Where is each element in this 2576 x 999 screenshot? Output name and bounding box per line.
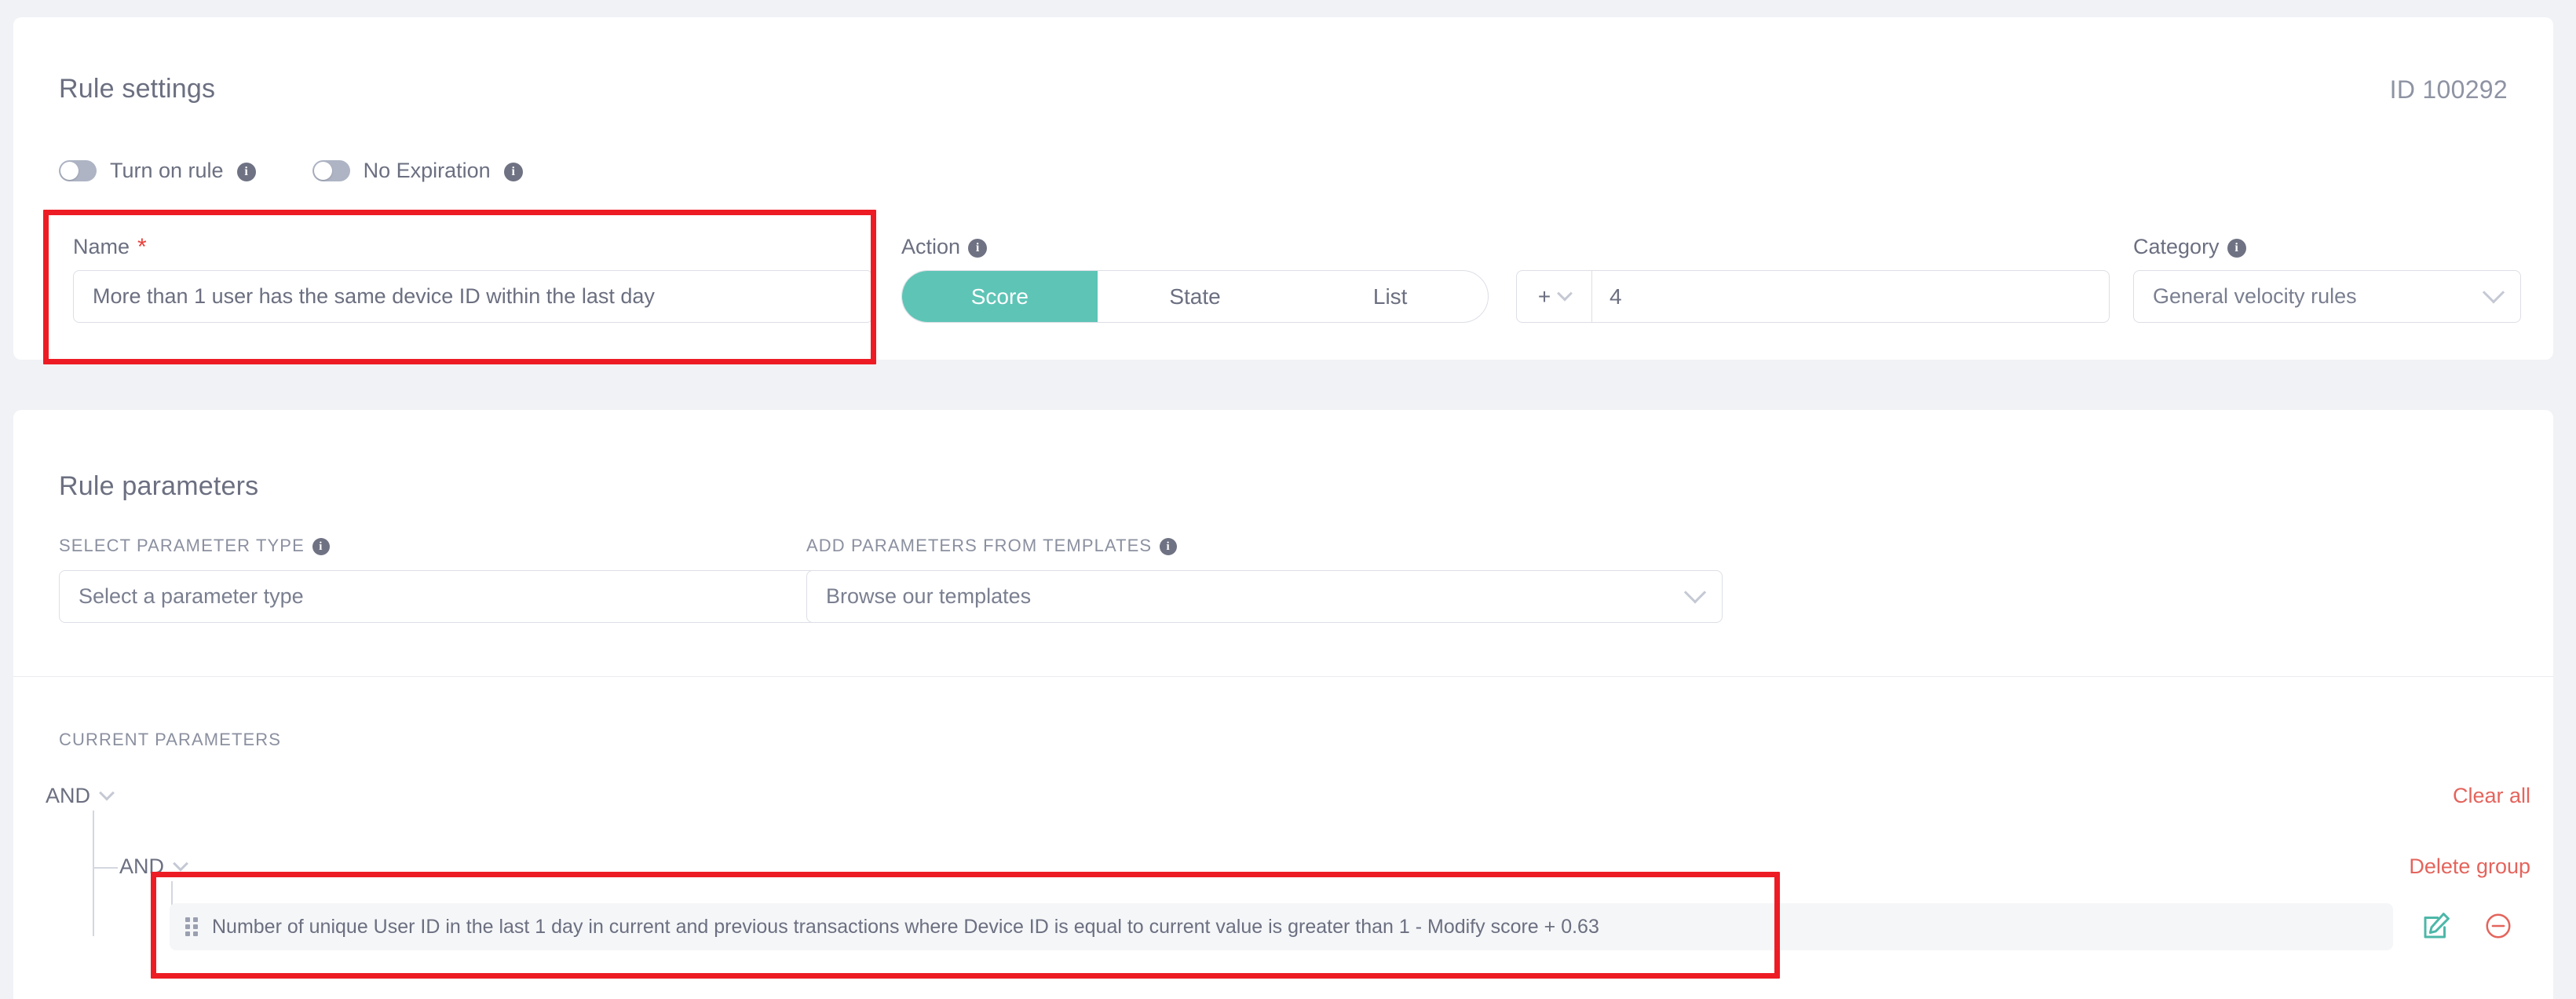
rule-parameters-title: Rule parameters — [59, 471, 259, 501]
page-title: Rule settings — [59, 74, 216, 104]
toggle-group-turn-on-rule: Turn on rule i — [59, 159, 256, 183]
chevron-down-icon — [1557, 285, 1573, 302]
chevron-down-icon — [99, 785, 115, 801]
action-segmented-control: Score State List — [901, 270, 1489, 323]
select-parameter-type-label-text: SELECT PARAMETER TYPE — [59, 536, 305, 555]
templates-select-value: Browse our templates — [826, 584, 1032, 608]
action-option-score[interactable]: Score — [902, 271, 1098, 322]
rule-name-input[interactable] — [73, 270, 873, 323]
category-select[interactable]: General velocity rules — [2133, 270, 2521, 323]
drag-handle-icon[interactable] — [185, 917, 198, 936]
action-field-label: Action i — [901, 235, 988, 259]
tree-connector-vertical — [93, 811, 94, 936]
rule-settings-card: Rule settings ID 100292 Turn on rule i N… — [13, 17, 2553, 360]
info-icon-action[interactable]: i — [968, 238, 988, 258]
chevron-down-icon — [173, 855, 188, 872]
parameter-type-value: Select a parameter type — [79, 584, 304, 608]
info-icon-turn-on-rule[interactable]: i — [236, 162, 256, 181]
edit-parameter-icon[interactable] — [2420, 909, 2453, 946]
name-label-text: Name — [73, 235, 130, 258]
score-operator-value: + — [1537, 284, 1551, 309]
parameter-row-text: Number of unique User ID in the last 1 d… — [212, 915, 1599, 938]
no-expiration-toggle[interactable] — [312, 160, 350, 181]
add-parameters-from-templates-label: ADD PARAMETERS FROM TEMPLATES i — [806, 536, 1178, 556]
toggles-row: Turn on rule i No Expiration i — [59, 159, 523, 183]
score-value-group: + 4 — [1516, 270, 2110, 323]
current-parameters-label-text: CURRENT PARAMETERS — [59, 730, 282, 749]
name-field-label: Name * — [73, 235, 147, 259]
category-select-value: General velocity rules — [2153, 284, 2357, 308]
no-expiration-label: No Expiration — [363, 159, 491, 182]
required-asterisk: * — [137, 233, 147, 260]
chevron-down-icon — [1683, 580, 1707, 603]
delete-group-button[interactable]: Delete group — [2409, 854, 2530, 879]
clear-all-button[interactable]: Clear all — [2453, 784, 2530, 808]
turn-on-rule-toggle[interactable] — [59, 160, 97, 181]
info-icon-add-from-templates[interactable]: i — [1160, 538, 1178, 555]
section-divider — [13, 676, 2553, 677]
add-from-templates-label-text: ADD PARAMETERS FROM TEMPLATES — [806, 536, 1153, 555]
category-label-text: Category — [2133, 235, 2220, 258]
remove-parameter-icon[interactable] — [2483, 911, 2513, 945]
parameter-type-select[interactable]: Select a parameter type — [59, 570, 937, 623]
chevron-down-icon — [2482, 280, 2505, 303]
tree-connector-branch — [93, 867, 118, 869]
action-option-list[interactable]: List — [1292, 271, 1488, 322]
toggle-group-no-expiration: No Expiration i — [312, 159, 523, 183]
info-icon-category[interactable]: i — [2227, 238, 2246, 258]
parameter-row[interactable]: Number of unique User ID in the last 1 d… — [170, 903, 2393, 950]
category-field-label: Category i — [2133, 235, 2246, 259]
current-parameters-label: CURRENT PARAMETERS — [59, 730, 281, 750]
rule-editor-page: Rule settings ID 100292 Turn on rule i N… — [0, 0, 2576, 999]
info-icon-select-parameter-type[interactable]: i — [312, 538, 330, 555]
templates-select[interactable]: Browse our templates — [806, 570, 1723, 623]
toggle-knob — [313, 162, 332, 180]
toggle-knob — [60, 162, 79, 180]
logic-operator-root-label: AND — [46, 784, 91, 807]
action-label-text: Action — [901, 235, 961, 258]
rule-id-label: ID 100292 — [2389, 75, 2508, 104]
select-parameter-type-label: SELECT PARAMETER TYPE i — [59, 536, 330, 556]
logic-operator-nested-and[interactable]: AND — [119, 854, 188, 879]
action-option-state[interactable]: State — [1098, 271, 1293, 322]
logic-operator-root-and[interactable]: AND — [46, 784, 115, 808]
logic-operator-nested-label: AND — [119, 854, 165, 878]
info-icon-no-expiration[interactable]: i — [503, 162, 523, 181]
score-operator-select[interactable]: + — [1517, 271, 1592, 322]
score-value-input[interactable]: 4 — [1592, 271, 2109, 322]
turn-on-rule-label: Turn on rule — [110, 159, 224, 182]
